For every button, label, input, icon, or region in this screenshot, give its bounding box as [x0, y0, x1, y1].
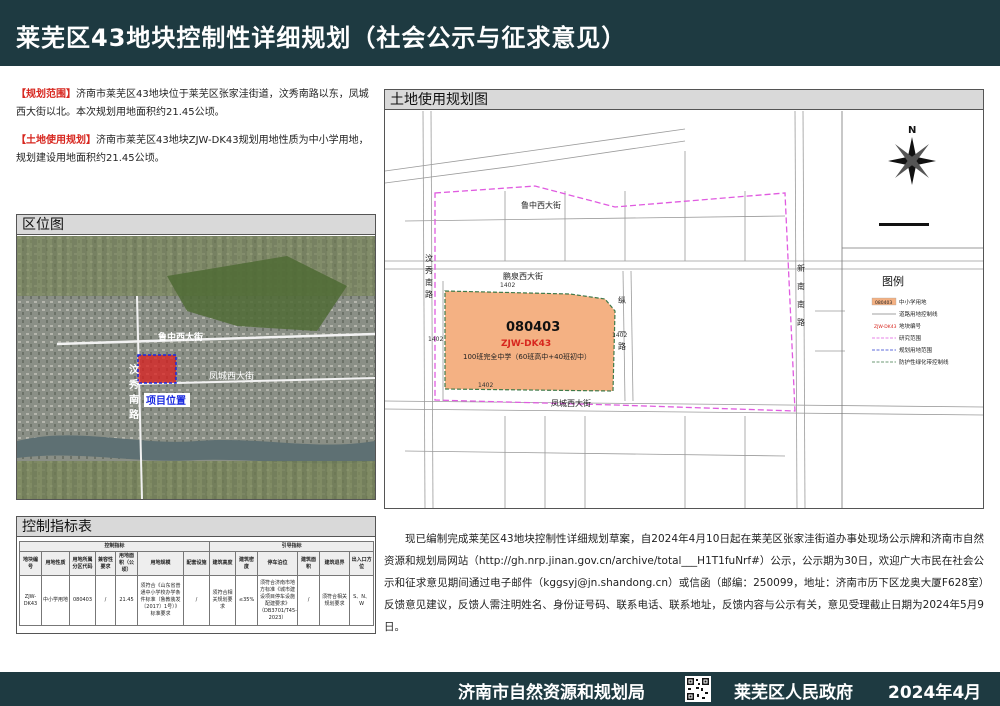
road-wenxiu-label-3: 南 — [425, 277, 433, 287]
scale-bar — [879, 223, 929, 226]
scope-paragraph: 【规划范围】济南市莱芜区43地块位于莱芜区张家洼街道，汶秀南路以东，凤城西大街以… — [16, 86, 376, 122]
location-map: 鲁中西大街 凤城西大街 汶 秀 南 路 项目位置 — [17, 236, 375, 499]
table-cell: 中小学用地 — [41, 575, 70, 626]
legend-label: 防护性绿化带控制线 — [899, 358, 949, 366]
table-cell: 须符合《山东省普通中小学校办学条件标准（鲁教装发〔2017〕1号）》标准要求 — [137, 575, 184, 626]
table-cell: / — [297, 575, 321, 626]
col-header: 建筑高度 — [209, 551, 237, 576]
col-header: 出入口方位 — [349, 551, 375, 576]
col-header: 配套设施 — [182, 551, 211, 576]
north-label: N — [908, 125, 916, 136]
table-header-row: 地块编号 用地性质 用地所属分区代码 兼容性要求 用地面积（公顷） 用地规模 配… — [19, 551, 375, 576]
dim-top: 1402 — [500, 282, 515, 289]
col-header: 用地面积（公顷） — [115, 551, 138, 576]
road-zong-label-1: 纵 — [618, 296, 626, 305]
road-xinnan-label-1: 新 — [797, 263, 805, 273]
col-header: 用地规模 — [137, 551, 184, 576]
control-table: 控制指标 引导指标 地块编号 用地性质 用地所属分区代码 兼容性要求 用地面积（… — [18, 541, 375, 626]
table-cell: 080403 — [69, 575, 96, 626]
footer-org-government: 莱芜区人民政府 — [734, 683, 853, 703]
land-use-map-title: 土地使用规划图 — [385, 90, 983, 110]
table-cell: S、N、W — [349, 575, 375, 626]
land-use-map: 080403 ZJW-DK43 100班完全中学（60班高中+40班初中） 14… — [385, 111, 983, 508]
col-header: 建筑退界 — [319, 551, 351, 576]
label-luzhong: 鲁中西大街 — [158, 331, 203, 343]
table-cell: 须符合济南市地方标准《城市建设项目停车设施配建要求》（DB3701/T45-20… — [257, 575, 299, 626]
location-map-title: 区位图 — [17, 215, 375, 235]
satellite-south-fields — [17, 461, 375, 499]
road-wenxiu-label-4: 路 — [425, 289, 433, 299]
legend-label: 规划用地范围 — [899, 346, 933, 354]
location-map-panel: 区位图 鲁中西大街 凤城西大街 汶 秀 南 路 项目位置 — [16, 214, 376, 500]
legend-label: 道路用地控制线 — [899, 310, 938, 318]
legend-label: 地块编号 — [899, 322, 922, 330]
parcel-code: 080403 — [506, 320, 560, 335]
label-wenxiu-3: 南 — [129, 393, 139, 406]
page-footer: 济南市自然资源和规划局 莱芜区人民政府 2024年4月 — [0, 672, 1000, 706]
intro-text: 【规划范围】济南市莱芜区43地块位于莱芜区张家洼街道，汶秀南路以东，凤城西大街以… — [16, 86, 376, 178]
road-zong-label-3: 路 — [618, 341, 626, 351]
legend-label: 中小学用地 — [899, 298, 927, 306]
landuse-tag: 【土地使用规划】 — [16, 135, 96, 146]
dim-left: 1402 — [428, 336, 443, 343]
qr-code-icon — [685, 676, 711, 702]
label-fengcheng: 凤城西大街 — [209, 370, 254, 382]
col-header: 建筑密度 — [235, 551, 259, 576]
dim-bottom: 1402 — [478, 382, 493, 389]
control-table-panel: 控制指标表 控制指标 引导指标 地块编号 用地性质 用地所属分区代码 兼容性要求… — [16, 516, 376, 634]
legend-label: 研究范围 — [899, 334, 922, 342]
col-header: 兼容性要求 — [95, 551, 116, 576]
road-wenxiu-label-2: 秀 — [425, 265, 433, 275]
table-cell: ≤35% — [235, 575, 259, 626]
legend-sample-id: ZJW-DK43 — [874, 324, 897, 330]
label-wenxiu-4: 路 — [129, 408, 140, 421]
table-cell: / — [95, 575, 116, 626]
control-table-title: 控制指标表 — [17, 517, 375, 537]
page-header: 莱芜区43地块控制性详细规划（社会公示与征求意见） — [0, 0, 1000, 66]
table-group-row: 控制指标 引导指标 — [18, 541, 375, 552]
road-pengquan-label: 鹏泉西大街 — [503, 271, 543, 281]
page-title: 莱芜区43地块控制性详细规划（社会公示与征求意见） — [16, 24, 627, 52]
legend-title: 图例 — [882, 274, 904, 288]
col-header: 停车泊位 — [257, 551, 299, 576]
label-wenxiu-1: 汶 — [129, 363, 140, 376]
road-xinnan-label-2: 南 — [797, 281, 805, 291]
table-cell: 21.45 — [115, 575, 138, 626]
parcel-description: 100班完全中学（60班高中+40班初中） — [463, 352, 591, 361]
table-cell: 须符合相关规划要求 — [319, 575, 351, 626]
col-header: 建筑面积 — [297, 551, 321, 576]
road-xinnan-label-3: 南 — [797, 299, 805, 309]
col-header: 地块编号 — [19, 551, 42, 576]
project-site-marker — [137, 354, 177, 384]
road-fengcheng-label: 凤城西大街 — [551, 398, 591, 408]
table-cell: 须符合相关规划要求 — [209, 575, 237, 626]
landuse-paragraph: 【土地使用规划】济南市莱芜区43地块ZJW-DK43规划用地性质为中小学用地，规… — [16, 132, 376, 168]
road-xinnan-label-4: 路 — [797, 317, 805, 327]
footer-org-planning: 济南市自然资源和规划局 — [458, 683, 645, 703]
parcel-id: ZJW-DK43 — [501, 339, 551, 349]
legend-sample-school-text: 080403 — [875, 300, 892, 306]
public-notice: 现已编制完成莱芜区43地块控制性详细规划草案，自2024年4月10日起在莱芜区张… — [384, 533, 984, 633]
col-header: 用地所属分区代码 — [69, 551, 96, 576]
group-control: 控制指标 — [18, 541, 211, 552]
scope-tag: 【规划范围】 — [16, 89, 76, 100]
land-use-map-panel: 土地使用规划图 080403 ZJW-DK43 100班完全中学（60班高中+4… — [384, 89, 984, 509]
road-luzhong-label: 鲁中西大街 — [521, 200, 561, 210]
footer-date: 2024年4月 — [888, 683, 982, 703]
road-wenxiu-label-1: 汶 — [425, 253, 433, 263]
table-cell: ZJW-DK43 — [19, 575, 42, 626]
table-cell: / — [182, 575, 211, 626]
table-row: ZJW-DK43 中小学用地 080403 / 21.45 须符合《山东省普通中… — [19, 575, 375, 626]
road-zong-label-2: 一 — [618, 328, 626, 337]
col-header: 用地性质 — [41, 551, 70, 576]
label-wenxiu-2: 秀 — [128, 378, 139, 391]
group-guide: 引导指标 — [209, 541, 375, 552]
label-project: 项目位置 — [146, 394, 186, 407]
